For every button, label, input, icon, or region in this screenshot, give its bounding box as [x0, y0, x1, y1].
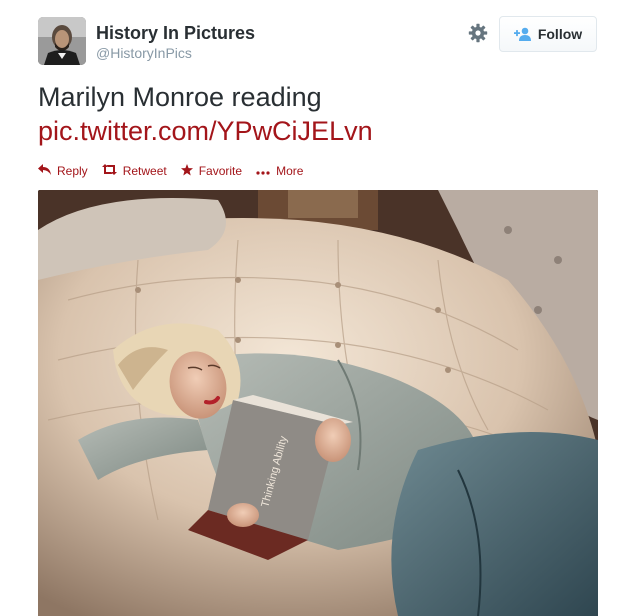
user-names: History In Pictures @HistoryInPics [96, 22, 255, 62]
tweet-text: Marilyn Monroe reading pic.twitter.com/Y… [38, 80, 598, 148]
tweet-actions: Reply Retweet Favorite More [38, 161, 317, 181]
tweet-media-link[interactable]: pic.twitter.com/YPwCiJELvn [38, 114, 598, 148]
favorite-label: Favorite [198, 164, 243, 178]
retweet-label: Retweet [122, 164, 167, 178]
tweet-photo[interactable]: Thinking Ability [38, 190, 598, 616]
follow-button[interactable]: Follow [499, 16, 597, 52]
tweet-body: Marilyn Monroe reading [38, 82, 322, 112]
favorite-action[interactable]: Favorite [180, 163, 243, 179]
tweet-header: History In Pictures @HistoryInPics Follo… [38, 15, 598, 67]
more-label: More [276, 164, 304, 178]
screen-name[interactable]: @HistoryInPics [96, 44, 255, 62]
display-name[interactable]: History In Pictures [96, 22, 255, 44]
portrait-avatar-icon [38, 17, 86, 65]
retweet-icon [101, 164, 117, 178]
ellipsis-icon [256, 164, 270, 178]
avatar[interactable] [38, 17, 86, 65]
gear-icon[interactable] [468, 23, 488, 43]
person-plus-icon [513, 27, 532, 41]
reply-action[interactable]: Reply [38, 164, 88, 178]
more-action[interactable]: More [256, 164, 303, 178]
follow-label: Follow [537, 26, 583, 42]
photo-marilyn-reading: Thinking Ability [38, 190, 598, 616]
star-icon [180, 163, 193, 179]
retweet-action[interactable]: Retweet [101, 164, 167, 178]
reply-label: Reply [57, 164, 88, 178]
reply-icon [38, 164, 51, 178]
